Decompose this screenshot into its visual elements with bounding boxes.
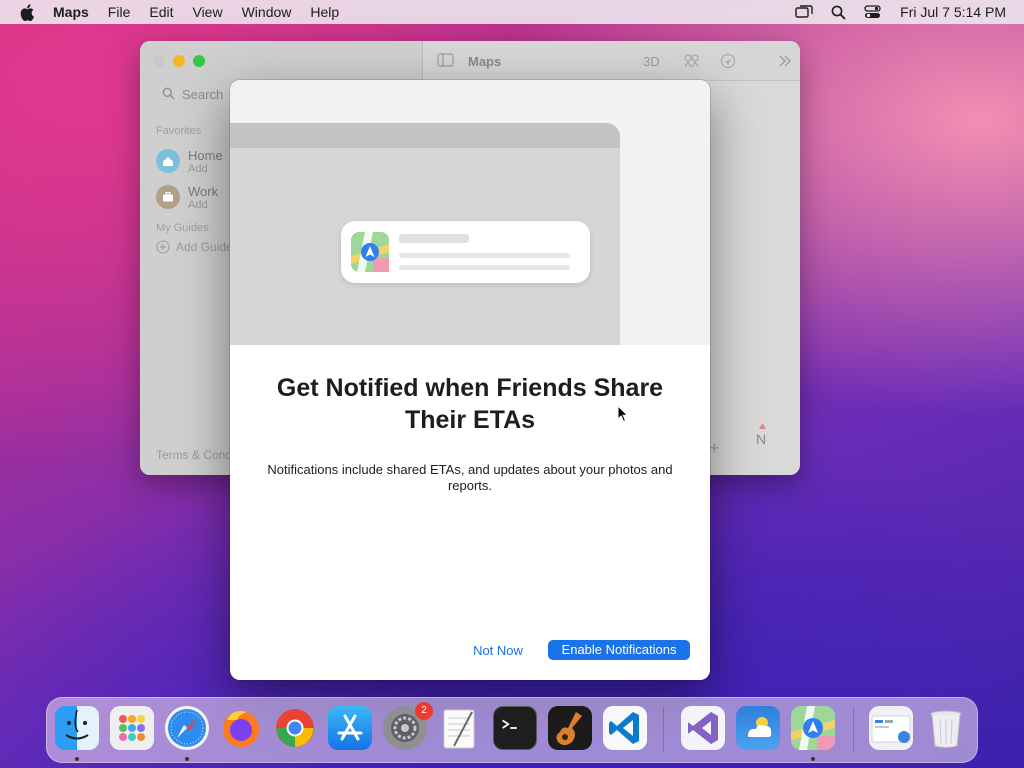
add-circle-icon (156, 240, 170, 259)
search-icon[interactable] (828, 4, 848, 20)
search-icon (162, 87, 175, 105)
finder-icon[interactable] (55, 706, 99, 750)
visual-studio-icon[interactable] (681, 706, 725, 750)
chrome-icon[interactable] (273, 706, 317, 750)
illustration-window (230, 123, 620, 345)
minimize-window-button[interactable] (173, 55, 185, 67)
toolbar-overflow-icon[interactable] (778, 54, 792, 73)
dialog-illustration (230, 80, 710, 345)
mouse-cursor-icon (617, 404, 629, 423)
maps-toolbar: Maps 3D (423, 41, 800, 81)
illustration-notification-card (341, 221, 590, 283)
safari-icon[interactable] (165, 706, 209, 750)
terminal-icon[interactable] (493, 706, 537, 750)
weather-icon[interactable] (736, 706, 780, 750)
favorite-home-title[interactable]: Home (188, 148, 223, 163)
notification-badge: 2 (415, 702, 433, 720)
add-guide-button[interactable]: Add Guide (176, 240, 233, 254)
maps-app-icon (351, 232, 389, 272)
briefcase-icon (156, 185, 180, 209)
running-indicator (185, 757, 189, 761)
garageband-icon[interactable] (548, 706, 592, 750)
zoom-in-button[interactable]: + (709, 438, 720, 459)
control-center-icon[interactable] (862, 4, 882, 20)
firefox-icon[interactable] (219, 706, 263, 750)
dock-separator (853, 708, 854, 752)
sidebar-toggle-icon[interactable] (437, 53, 454, 72)
trash-icon[interactable] (924, 706, 968, 750)
dialog-title: Get Notified when Friends Share Their ET… (276, 374, 664, 434)
maps-window-title: Maps (468, 54, 502, 69)
toggle-3d-button[interactable]: 3D (643, 54, 660, 69)
app-store-icon[interactable] (328, 706, 372, 750)
illustration-line (399, 234, 469, 243)
maps-icon[interactable] (791, 706, 835, 750)
menu-bar: Maps File Edit View Window Help Fri Jul … (0, 0, 1024, 24)
menu-help[interactable]: Help (310, 4, 339, 20)
dialog-body-text: Notifications include shared ETAs, and u… (267, 462, 673, 493)
favorite-work-subtitle: Add (188, 199, 208, 211)
running-indicator (811, 757, 815, 761)
zoom-window-button[interactable] (193, 55, 205, 67)
illustration-line (399, 253, 570, 258)
vscode-icon[interactable] (603, 706, 647, 750)
favorite-work-title[interactable]: Work (188, 184, 218, 199)
illustration-titlebar (230, 123, 620, 148)
textedit-icon[interactable] (438, 706, 482, 750)
look-around-icon[interactable] (683, 53, 700, 74)
menu-app-name[interactable]: Maps (53, 4, 89, 20)
menu-window[interactable]: Window (242, 4, 292, 20)
menu-view[interactable]: View (192, 4, 222, 20)
screen-mirroring-icon[interactable] (794, 4, 814, 20)
illustration-line (399, 265, 570, 270)
menu-file[interactable]: File (108, 4, 131, 20)
launchpad-icon[interactable] (110, 706, 154, 750)
search-placeholder: Search (182, 87, 224, 102)
favorite-home-subtitle: Add (188, 163, 208, 175)
apple-menu-icon[interactable] (17, 2, 37, 22)
close-window-button[interactable] (153, 55, 165, 67)
compass-control[interactable]: N (740, 417, 784, 461)
menu-clock[interactable]: Fri Jul 7 5:14 PM (900, 4, 1006, 20)
dock-separator (663, 708, 664, 752)
running-indicator (75, 757, 79, 761)
notification-dialog: Get Notified when Friends Share Their ET… (230, 80, 710, 680)
guides-heading: My Guides (156, 222, 209, 234)
downloads-stack-icon[interactable] (869, 706, 913, 750)
enable-notifications-button[interactable]: Enable Notifications (548, 640, 690, 660)
location-icon[interactable] (720, 53, 736, 74)
home-icon (156, 149, 180, 173)
dock: 2 (46, 697, 978, 763)
favorites-heading: Favorites (156, 125, 202, 137)
menu-edit[interactable]: Edit (149, 4, 173, 20)
not-now-button[interactable]: Not Now (466, 641, 530, 661)
compass-north-icon (759, 416, 766, 434)
